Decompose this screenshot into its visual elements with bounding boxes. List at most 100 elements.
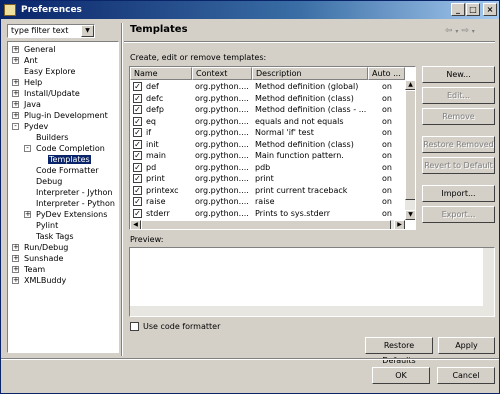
export-button[interactable]: Export... — [422, 206, 495, 223]
cancel-button[interactable]: Cancel — [437, 367, 495, 384]
tree-item-sunshade[interactable]: + Sunshade — [12, 253, 63, 264]
apply-button[interactable]: Apply — [438, 337, 495, 354]
cell-name: eq — [146, 116, 156, 126]
expand-icon[interactable]: + — [12, 255, 19, 262]
tree-item-easy-explore[interactable]: Easy Explore — [12, 66, 75, 77]
column-header-auto[interactable]: Auto ... — [368, 67, 405, 80]
expand-icon[interactable]: + — [12, 90, 19, 97]
table-row[interactable]: ✓ defc org.python.... Method definition (cl… — [130, 93, 406, 104]
table-row[interactable]: ✓ main org.python.... Main function pattern… — [130, 150, 406, 161]
forward-menu-icon[interactable]: ▾ — [472, 28, 475, 35]
expand-icon[interactable]: + — [12, 112, 19, 119]
tree-item-builders[interactable]: Builders — [24, 132, 68, 143]
expand-icon[interactable]: + — [12, 266, 19, 273]
cell-description: print — [255, 174, 274, 183]
tree-item-pydev-extensions[interactable]: + PyDev Extensions — [24, 209, 107, 220]
tree-item-general[interactable]: + General — [12, 44, 56, 55]
cell-auto: on — [382, 174, 392, 183]
template-enabled-checkbox[interactable]: ✓ — [133, 174, 142, 183]
tree-item-team[interactable]: + Team — [12, 264, 45, 275]
expand-icon[interactable]: + — [12, 57, 19, 64]
template-enabled-checkbox[interactable]: ✓ — [133, 128, 142, 137]
tree-item-debug[interactable]: Debug — [24, 176, 62, 187]
table-row[interactable]: ✓ if org.python.... Normal 'if' test on — [130, 127, 406, 138]
expand-icon[interactable]: + — [12, 46, 19, 53]
tree-item-code-formatter[interactable]: Code Formatter — [24, 165, 99, 176]
template-enabled-checkbox[interactable]: ✓ — [133, 93, 142, 103]
template-enabled-checkbox[interactable]: ✓ — [133, 197, 142, 206]
table-horizontal-scrollbar[interactable]: ◀ ▶ — [130, 220, 405, 229]
back-menu-icon[interactable]: ▾ — [455, 28, 458, 35]
tree-item-run-debug[interactable]: + Run/Debug — [12, 242, 68, 253]
code-formatter-checkbox[interactable] — [130, 322, 139, 331]
cell-description: Method definition (class - ... — [255, 105, 367, 114]
table-vertical-scrollbar[interactable]: ▲ ▼ — [405, 80, 415, 220]
expand-icon[interactable]: + — [12, 277, 19, 284]
edit-button[interactable]: Edit... — [422, 87, 495, 104]
template-enabled-checkbox[interactable]: ✓ — [133, 82, 142, 91]
table-row[interactable]: ✓ stderr org.python.... Prints to sys.stder… — [130, 208, 406, 219]
tree-item-ant[interactable]: + Ant — [12, 55, 38, 66]
table-row[interactable]: ✓ eq org.python.... equals and not equals on — [130, 116, 406, 127]
tree-item-interpreter-python[interactable]: Interpreter - Python — [24, 198, 115, 209]
filter-dropdown-icon[interactable]: ▼ — [81, 25, 94, 37]
tree-item-pylint[interactable]: Pylint — [24, 220, 58, 231]
cell-name: defc — [146, 93, 164, 103]
expand-icon[interactable]: + — [12, 101, 19, 108]
remove-button[interactable]: Remove — [422, 108, 495, 125]
tree-item-java[interactable]: + Java — [12, 99, 41, 110]
template-enabled-checkbox[interactable]: ✓ — [133, 116, 142, 126]
tree-item-interpreter-jython[interactable]: Interpreter - Jython — [24, 187, 112, 198]
ok-button[interactable]: OK — [372, 367, 430, 384]
scroll-up-icon[interactable]: ▲ — [405, 80, 415, 90]
column-header-context[interactable]: Context — [192, 67, 252, 80]
tree-item-xmlbuddy[interactable]: + XMLBuddy — [12, 275, 66, 286]
table-row[interactable]: ✓ pd org.python.... pdb on — [130, 162, 406, 173]
scroll-left-icon[interactable]: ◀ — [130, 220, 141, 229]
preview-area[interactable] — [129, 247, 495, 317]
import-button[interactable]: Import... — [422, 185, 495, 202]
maximize-button[interactable]: □ — [466, 3, 480, 16]
revert-default-button[interactable]: Revert to Default — [422, 157, 495, 174]
collapse-icon[interactable]: - — [24, 145, 31, 152]
scroll-thumb[interactable] — [405, 90, 415, 200]
column-header-description[interactable]: Description — [252, 67, 368, 80]
close-button[interactable]: × — [483, 3, 497, 16]
tree-item-code-completion[interactable]: - Code Completion — [24, 143, 105, 154]
tree-item-task-tags[interactable]: Task Tags — [24, 231, 74, 242]
table-row[interactable]: ✓ raise org.python.... raise on — [130, 196, 406, 207]
preview-horizontal-scrollbar[interactable] — [130, 306, 484, 316]
template-enabled-checkbox[interactable]: ✓ — [133, 105, 142, 114]
tree-item-install-update[interactable]: + Install/Update — [12, 88, 80, 99]
minimize-button[interactable]: _ — [451, 3, 465, 16]
collapse-icon[interactable]: - — [12, 123, 19, 130]
scroll-right-icon[interactable]: ▶ — [394, 220, 405, 229]
table-row[interactable]: ✓ defp org.python.... Method definition (cl… — [130, 104, 406, 115]
template-enabled-checkbox[interactable]: ✓ — [133, 139, 142, 149]
template-enabled-checkbox[interactable]: ✓ — [133, 185, 142, 195]
tree-item-help[interactable]: + Help — [12, 77, 42, 88]
template-enabled-checkbox[interactable]: ✓ — [133, 151, 142, 160]
tree-item-pydev[interactable]: - Pydev — [12, 121, 48, 132]
template-enabled-checkbox[interactable]: ✓ — [133, 162, 142, 172]
scroll-down-icon[interactable]: ▼ — [405, 210, 415, 220]
new-button[interactable]: New... — [422, 66, 495, 83]
tree-item-templates[interactable]: Templates — [36, 154, 91, 165]
table-row[interactable]: ✓ init org.python.... Method definition (cl… — [130, 139, 406, 150]
template-enabled-checkbox[interactable]: ✓ — [133, 208, 142, 218]
table-row[interactable]: ✓ print org.python.... print on — [130, 173, 406, 184]
table-row[interactable]: ✓ printexc org.python.... print current tra… — [130, 185, 406, 196]
forward-arrow-icon[interactable]: ⇨ — [461, 26, 469, 36]
expand-icon[interactable]: + — [12, 79, 19, 86]
hscroll-thumb[interactable] — [141, 220, 391, 229]
table-row[interactable]: ✓ def org.python.... Method definition (glo… — [130, 81, 406, 92]
templates-table: Name Context Description Auto ... ✓ def or… — [129, 66, 416, 230]
restore-defaults-button[interactable]: Restore Defaults — [365, 337, 433, 365]
expand-icon[interactable]: + — [12, 244, 19, 251]
back-arrow-icon[interactable]: ⇦ — [445, 26, 453, 36]
restore-removed-button[interactable]: Restore Removed — [422, 136, 495, 153]
column-header-name[interactable]: Name — [130, 67, 192, 80]
expand-icon[interactable]: + — [24, 211, 31, 218]
tree-item-plug-in-development[interactable]: + Plug-in Development — [12, 110, 108, 121]
preview-vertical-scrollbar[interactable] — [483, 248, 494, 316]
